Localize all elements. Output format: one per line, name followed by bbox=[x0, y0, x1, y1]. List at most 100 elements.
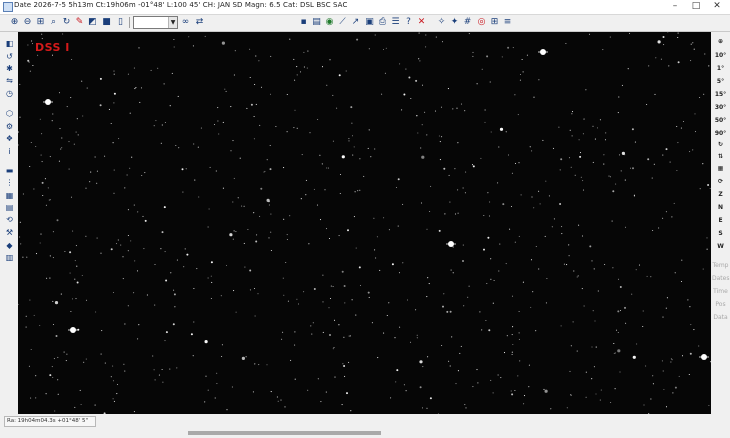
fov-10[interactable]: 10° bbox=[712, 50, 729, 61]
close-button[interactable]: ✕ bbox=[707, 0, 727, 13]
fov-15[interactable]: 15° bbox=[712, 89, 729, 100]
fov-30[interactable]: 30° bbox=[712, 102, 729, 113]
clock-icon[interactable]: ◷ bbox=[4, 88, 15, 99]
star-icon[interactable]: ✱ bbox=[4, 63, 15, 74]
star bbox=[517, 375, 519, 377]
globe-icon[interactable]: ◉ bbox=[324, 16, 335, 28]
rotate-icon[interactable]: ↺ bbox=[4, 51, 15, 62]
flip-icon[interactable]: ⇅ bbox=[712, 151, 729, 162]
maximize-button[interactable]: □ bbox=[686, 0, 706, 13]
star bbox=[135, 86, 137, 89]
star bbox=[134, 260, 136, 262]
star bbox=[222, 121, 224, 123]
star bbox=[270, 391, 272, 393]
list-icon[interactable]: ☰ bbox=[390, 16, 401, 28]
telescope-icon[interactable]: ⟋ bbox=[337, 16, 348, 28]
zoom-out-icon[interactable]: ⊖ bbox=[22, 16, 33, 28]
grid-icon[interactable]: ⊞ bbox=[489, 16, 500, 28]
grid-icon[interactable]: ▦ bbox=[712, 163, 729, 174]
tools-icon[interactable]: ⚒ bbox=[4, 227, 15, 238]
star bbox=[122, 256, 124, 258]
zoom-fit-icon[interactable]: ⊞ bbox=[35, 16, 46, 28]
star bbox=[472, 165, 475, 168]
scrollbar-thumb[interactable] bbox=[188, 431, 381, 435]
star bbox=[252, 391, 254, 393]
minimize-button[interactable]: – bbox=[665, 0, 685, 13]
star bbox=[448, 360, 450, 362]
calendar-icon[interactable]: ▤ bbox=[311, 16, 322, 28]
star bbox=[320, 401, 322, 403]
layers-icon[interactable]: ≡ bbox=[502, 16, 513, 28]
document-icon[interactable]: ▯ bbox=[115, 16, 126, 28]
refresh-icon[interactable]: ⟳ bbox=[712, 176, 729, 187]
fov-50[interactable]: 50° bbox=[712, 115, 729, 126]
close-icon[interactable]: ✕ bbox=[416, 16, 427, 28]
mirror-icon[interactable]: ⇋ bbox=[4, 75, 15, 86]
help-icon[interactable]: ? bbox=[403, 16, 414, 28]
fov-5[interactable]: 5° bbox=[712, 76, 729, 87]
settings-icon[interactable]: ⚙ bbox=[4, 121, 15, 132]
star bbox=[692, 42, 694, 44]
star bbox=[77, 134, 79, 136]
constellation-icon[interactable]: ✧ bbox=[436, 16, 447, 28]
star bbox=[694, 113, 696, 115]
star bbox=[490, 379, 492, 381]
sync-icon[interactable]: ⇄ bbox=[194, 16, 205, 28]
nav-w[interactable]: W bbox=[712, 241, 729, 252]
zoom-level-icon[interactable]: ⊕ bbox=[712, 36, 729, 47]
sky-chart-view[interactable]: DSS I bbox=[18, 32, 711, 414]
shield-icon[interactable]: ⬡ bbox=[4, 108, 15, 119]
search-icon[interactable]: ⌕ bbox=[48, 16, 59, 28]
pointer-icon[interactable]: ↗ bbox=[350, 16, 361, 28]
star bbox=[95, 311, 97, 313]
pos-button[interactable]: Pos bbox=[712, 299, 729, 310]
fov-1[interactable]: 1° bbox=[712, 63, 729, 74]
star bbox=[468, 285, 470, 287]
star bbox=[177, 95, 179, 97]
binoculars-icon[interactable]: ∞ bbox=[180, 16, 191, 28]
layers-icon[interactable]: ⋮ bbox=[4, 177, 15, 188]
target-icon[interactable]: ◎ bbox=[476, 16, 487, 28]
save-icon[interactable]: ▪ bbox=[298, 16, 309, 28]
star bbox=[490, 131, 492, 133]
star-chart-icon[interactable]: ✦ bbox=[449, 16, 460, 28]
nav-e[interactable]: E bbox=[712, 215, 729, 226]
refresh-icon[interactable]: ⟲ bbox=[4, 214, 15, 225]
star bbox=[568, 157, 571, 159]
grid-icon[interactable]: # bbox=[462, 16, 473, 28]
print-icon[interactable]: ⎙ bbox=[377, 16, 388, 28]
star bbox=[573, 270, 575, 272]
star bbox=[79, 389, 81, 391]
block-icon[interactable]: ▬ bbox=[4, 165, 15, 176]
nav-z[interactable]: Z bbox=[712, 189, 729, 200]
fov-90[interactable]: 90° bbox=[712, 128, 729, 139]
color-invert-icon[interactable]: ◩ bbox=[87, 16, 98, 28]
star bbox=[530, 306, 532, 308]
zoom-in-icon[interactable]: ⊕ bbox=[9, 16, 20, 28]
chevron-down-icon[interactable]: ▼ bbox=[168, 17, 177, 28]
palette-icon[interactable]: ❖ bbox=[4, 133, 15, 144]
data-button[interactable]: Data bbox=[712, 312, 729, 323]
horizontal-scrollbar[interactable] bbox=[18, 430, 711, 436]
rotate-icon[interactable]: ↻ bbox=[712, 139, 729, 150]
dates-button[interactable]: Dates bbox=[712, 273, 729, 284]
flip-icon[interactable]: ▦ bbox=[4, 190, 15, 201]
cube-icon[interactable]: ▥ bbox=[4, 252, 15, 263]
star bbox=[669, 161, 671, 163]
info-icon[interactable]: i bbox=[4, 146, 15, 157]
camera-icon[interactable]: ▣ bbox=[364, 16, 375, 28]
pen-icon[interactable]: ✎ bbox=[74, 16, 85, 28]
cursor-icon[interactable]: ▤ bbox=[4, 202, 15, 213]
temp-button[interactable]: Temp bbox=[712, 260, 729, 271]
filter-icon[interactable]: ◆ bbox=[4, 240, 15, 251]
nav-n[interactable]: N bbox=[712, 202, 729, 213]
star bbox=[457, 189, 459, 191]
mode-icon[interactable]: ◧ bbox=[4, 38, 15, 49]
sync-icon[interactable]: ↻ bbox=[61, 16, 72, 28]
star bbox=[210, 297, 212, 300]
zoom-combo[interactable]: ▼ bbox=[133, 16, 178, 29]
star bbox=[76, 281, 79, 284]
dual-color-icon[interactable]: ■ bbox=[101, 16, 112, 28]
time-button[interactable]: Time bbox=[712, 286, 729, 297]
nav-s[interactable]: S bbox=[712, 228, 729, 239]
